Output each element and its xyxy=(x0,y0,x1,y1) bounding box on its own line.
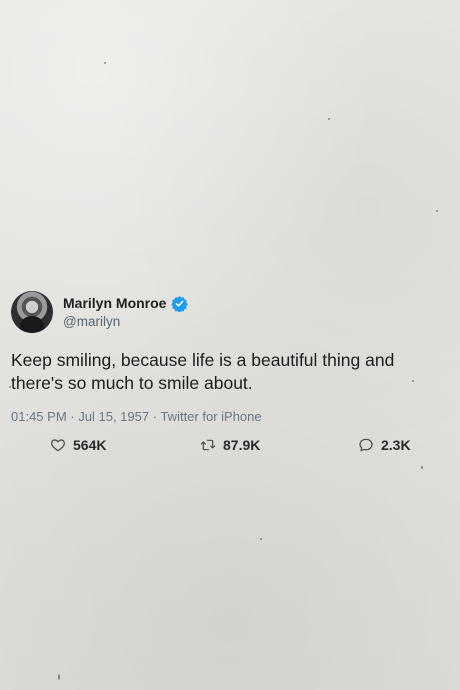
tweet-date[interactable]: Jul 15, 1957 xyxy=(78,409,149,424)
author-info: Marilyn Monroe @marilyn xyxy=(63,295,189,330)
paper-speck xyxy=(328,118,330,120)
tweet-text: Keep smiling, because life is a beautifu… xyxy=(11,350,395,393)
paper-speck xyxy=(104,62,106,64)
retweet-button[interactable]: 87.9K xyxy=(200,435,260,455)
like-count: 564K xyxy=(73,437,107,453)
like-button[interactable]: 564K xyxy=(50,435,106,455)
verified-badge-icon xyxy=(171,295,189,312)
display-name[interactable]: Marilyn Monroe xyxy=(63,295,166,312)
retweet-count: 87.9K xyxy=(223,437,261,453)
paper-speck xyxy=(58,674,60,680)
tweet-header: Marilyn Monroe @marilyn xyxy=(11,291,431,333)
heart-icon xyxy=(51,439,65,452)
name-row: Marilyn Monroe xyxy=(63,295,189,312)
tweet-actions: 564K 87.9K 2.3K xyxy=(11,435,431,459)
avatar[interactable] xyxy=(11,291,53,333)
paper-speck xyxy=(260,538,262,540)
paper-speck xyxy=(421,466,423,469)
reply-count: 2.3K xyxy=(381,437,411,453)
tweet-time[interactable]: 01:45 PM xyxy=(11,409,67,424)
reply-icon xyxy=(359,438,373,452)
reply-button[interactable]: 2.3K xyxy=(358,435,411,455)
retweet-icon xyxy=(200,439,216,451)
paper-speck xyxy=(436,210,438,212)
tweet-meta: 01:45 PM · Jul 15, 1957 · Twitter for iP… xyxy=(11,409,431,424)
meta-separator: · xyxy=(152,409,158,424)
tweet-source[interactable]: Twitter for iPhone xyxy=(160,409,261,424)
tweet-card: Marilyn Monroe @marilyn Keep smiling, be… xyxy=(11,291,431,459)
user-handle[interactable]: @marilyn xyxy=(63,313,188,330)
meta-separator: · xyxy=(70,409,75,424)
